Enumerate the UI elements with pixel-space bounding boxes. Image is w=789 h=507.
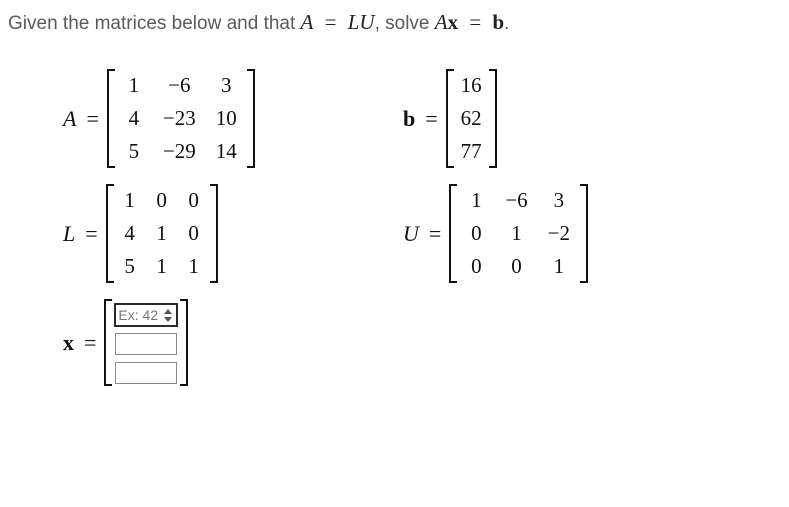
bracket-right <box>247 69 255 168</box>
label-A: A <box>63 106 80 132</box>
prompt-LU: LU <box>348 10 375 34</box>
matrix-cell: 1 <box>457 184 495 217</box>
matrix-cell: 0 <box>178 184 210 217</box>
eq-U: = <box>423 221 449 247</box>
matrix-A: 1−63 4−2310 5−2914 <box>107 69 255 168</box>
prompt-Ax-A: A <box>435 10 448 34</box>
bracket-right <box>180 299 188 386</box>
bracket-left <box>104 299 112 386</box>
label-x: x <box>63 330 78 356</box>
bracket-right <box>489 69 497 168</box>
bracket-right <box>210 184 218 283</box>
matrix-cell: 3 <box>206 69 247 102</box>
prompt-Ax-x: x <box>448 10 459 34</box>
eq-x: = <box>78 330 104 356</box>
matrix-cell: 0 <box>178 217 210 250</box>
prompt-b: b <box>492 10 504 34</box>
matrix-cell: −6 <box>153 69 206 102</box>
matrix-cell: 0 <box>457 250 495 283</box>
label-b: b <box>403 106 419 132</box>
matrix-cell: 0 <box>495 250 537 283</box>
matrix-cell: 4 <box>115 102 153 135</box>
matrix-cell: 14 <box>206 135 247 168</box>
prompt-eq2: = <box>458 10 492 34</box>
matrix-cell: 16 <box>454 69 489 102</box>
x-input-2[interactable] <box>115 362 177 384</box>
prompt-mid: , solve <box>375 13 435 34</box>
matrix-cell: 4 <box>114 217 146 250</box>
matrix-cell: −6 <box>495 184 537 217</box>
bracket-right <box>580 184 588 283</box>
matrix-cell: 0 <box>146 184 178 217</box>
prompt-post: . <box>504 13 509 34</box>
bracket-left <box>449 184 457 283</box>
eq-A: = <box>80 106 106 132</box>
bracket-left <box>107 69 115 168</box>
matrix-x <box>104 299 188 386</box>
matrix-cell: 1 <box>538 250 580 283</box>
matrix-cell: 62 <box>454 102 489 135</box>
eq-L: = <box>79 221 105 247</box>
matrix-b: 16 62 77 <box>446 69 497 168</box>
matrix-cell: 1 <box>146 217 178 250</box>
eq-b: = <box>419 106 445 132</box>
matrix-cell: 1 <box>495 217 537 250</box>
matrix-cell: −23 <box>153 102 206 135</box>
label-L: L <box>63 221 79 247</box>
matrix-cell: −2 <box>538 217 580 250</box>
matrix-cell: 10 <box>206 102 247 135</box>
matrix-cell: 5 <box>114 250 146 283</box>
matrix-cell: 0 <box>457 217 495 250</box>
bracket-left <box>446 69 454 168</box>
prompt-A: A <box>301 10 314 34</box>
matrix-cell: 5 <box>115 135 153 168</box>
x-input-1[interactable] <box>115 333 177 355</box>
bracket-left <box>106 184 114 283</box>
prompt-pre: Given the matrices below and that <box>8 13 301 34</box>
stepper-icon[interactable] <box>163 306 175 324</box>
matrix-cell: −29 <box>153 135 206 168</box>
matrix-cell: 77 <box>454 135 489 168</box>
matrix-cell: 3 <box>538 184 580 217</box>
matrix-cell: 1 <box>115 69 153 102</box>
label-U: U <box>403 221 423 247</box>
problem-prompt: Given the matrices below and that A = LU… <box>8 10 781 35</box>
matrix-cell: 1 <box>146 250 178 283</box>
prompt-eq1: = <box>313 10 347 34</box>
matrix-L: 100 410 511 <box>106 184 218 283</box>
matrix-cell: 1 <box>178 250 210 283</box>
matrix-cell: 1 <box>114 184 146 217</box>
matrix-U: 1−63 01−2 001 <box>449 184 588 283</box>
